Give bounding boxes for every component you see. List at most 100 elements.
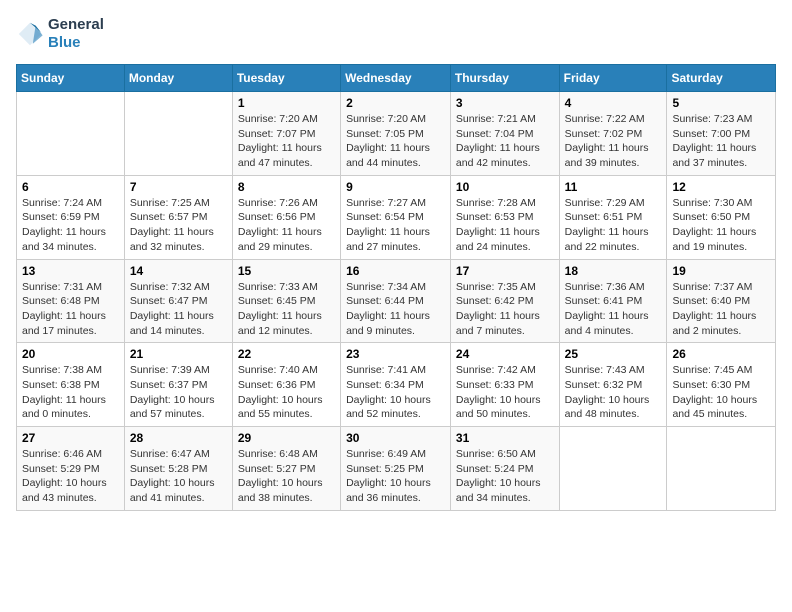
day-number: 22	[238, 347, 335, 361]
day-cell: 4 Sunrise: 7:22 AM Sunset: 7:02 PM Daylig…	[559, 92, 667, 176]
day-info: Sunrise: 7:45 AM Sunset: 6:30 PM Dayligh…	[672, 363, 770, 422]
week-row-2: 6Sunrise: 7:24 AM Sunset: 6:59 PM Daylig…	[17, 175, 776, 259]
day-cell: 8 Sunrise: 7:26 AM Sunset: 6:56 PM Daylig…	[232, 175, 340, 259]
day-number: 25	[565, 347, 662, 361]
week-row-5: 27 Sunrise: 6:46 AM Sunset: 5:29 PM Dayli…	[17, 427, 776, 511]
day-info: Sunrise: 7:23 AM Sunset: 7:00 PM Dayligh…	[672, 112, 770, 171]
day-number: 26	[672, 347, 770, 361]
day-number: 5	[672, 96, 770, 110]
day-info: Sunrise: 7:38 AM Sunset: 6:38 PM Dayligh…	[22, 363, 119, 422]
day-cell: 20 Sunrise: 7:38 AM Sunset: 6:38 PM Dayli…	[17, 343, 125, 427]
day-info: Sunrise: 7:37 AM Sunset: 6:40 PM Dayligh…	[672, 280, 770, 339]
day-cell: 2 Sunrise: 7:20 AM Sunset: 7:05 PM Daylig…	[341, 92, 451, 176]
calendar-header: SundayMondayTuesdayWednesdayThursdayFrid…	[17, 65, 776, 92]
day-info: Sunrise: 7:25 AM Sunset: 6:57 PM Dayligh…	[130, 196, 227, 255]
day-number: 21	[130, 347, 227, 361]
day-cell: 28 Sunrise: 6:47 AM Sunset: 5:28 PM Dayli…	[124, 427, 232, 511]
day-info: Sunrise: 7:22 AM Sunset: 7:02 PM Dayligh…	[565, 112, 662, 171]
week-row-3: 13 Sunrise: 7:31 AM Sunset: 6:48 PM Dayli…	[17, 259, 776, 343]
day-number: 14	[130, 264, 227, 278]
day-cell: 15Sunrise: 7:33 AM Sunset: 6:45 PM Dayli…	[232, 259, 340, 343]
day-number: 1	[238, 96, 335, 110]
day-cell	[559, 427, 667, 511]
day-info: Sunrise: 7:39 AM Sunset: 6:37 PM Dayligh…	[130, 363, 227, 422]
day-number: 8	[238, 180, 335, 194]
day-info: Sunrise: 7:24 AM Sunset: 6:59 PM Dayligh…	[22, 196, 119, 255]
day-number: 11	[565, 180, 662, 194]
day-number: 16	[346, 264, 445, 278]
day-info: Sunrise: 7:26 AM Sunset: 6:56 PM Dayligh…	[238, 196, 335, 255]
day-number: 9	[346, 180, 445, 194]
day-cell: 24 Sunrise: 7:42 AM Sunset: 6:33 PM Dayli…	[450, 343, 559, 427]
calendar-body: 1 Sunrise: 7:20 AM Sunset: 7:07 PM Daylig…	[17, 92, 776, 511]
day-info: Sunrise: 7:41 AM Sunset: 6:34 PM Dayligh…	[346, 363, 445, 422]
day-cell: 27 Sunrise: 6:46 AM Sunset: 5:29 PM Dayli…	[17, 427, 125, 511]
day-info: Sunrise: 7:27 AM Sunset: 6:54 PM Dayligh…	[346, 196, 445, 255]
day-number: 28	[130, 431, 227, 445]
day-cell: 19 Sunrise: 7:37 AM Sunset: 6:40 PM Dayli…	[667, 259, 776, 343]
day-number: 24	[456, 347, 554, 361]
col-header-monday: Monday	[124, 65, 232, 92]
day-info: Sunrise: 7:40 AM Sunset: 6:36 PM Dayligh…	[238, 363, 335, 422]
col-header-wednesday: Wednesday	[341, 65, 451, 92]
day-cell: 23 Sunrise: 7:41 AM Sunset: 6:34 PM Dayli…	[341, 343, 451, 427]
day-cell: 31 Sunrise: 6:50 AM Sunset: 5:24 PM Dayli…	[450, 427, 559, 511]
day-number: 18	[565, 264, 662, 278]
day-cell	[667, 427, 776, 511]
day-number: 12	[672, 180, 770, 194]
day-info: Sunrise: 7:20 AM Sunset: 7:07 PM Dayligh…	[238, 112, 335, 171]
day-cell: 5 Sunrise: 7:23 AM Sunset: 7:00 PM Daylig…	[667, 92, 776, 176]
logo-icon	[16, 20, 44, 48]
day-cell: 26 Sunrise: 7:45 AM Sunset: 6:30 PM Dayli…	[667, 343, 776, 427]
logo-text: General Blue	[48, 16, 104, 52]
day-info: Sunrise: 6:46 AM Sunset: 5:29 PM Dayligh…	[22, 447, 119, 506]
day-number: 19	[672, 264, 770, 278]
day-number: 27	[22, 431, 119, 445]
day-number: 2	[346, 96, 445, 110]
col-header-tuesday: Tuesday	[232, 65, 340, 92]
day-cell: 16Sunrise: 7:34 AM Sunset: 6:44 PM Dayli…	[341, 259, 451, 343]
day-number: 29	[238, 431, 335, 445]
day-number: 31	[456, 431, 554, 445]
day-number: 4	[565, 96, 662, 110]
day-cell: 14Sunrise: 7:32 AM Sunset: 6:47 PM Dayli…	[124, 259, 232, 343]
day-cell: 7 Sunrise: 7:25 AM Sunset: 6:57 PM Daylig…	[124, 175, 232, 259]
day-cell: 10 Sunrise: 7:28 AM Sunset: 6:53 PM Dayli…	[450, 175, 559, 259]
day-number: 13	[22, 264, 119, 278]
day-cell	[124, 92, 232, 176]
day-cell: 30 Sunrise: 6:49 AM Sunset: 5:25 PM Dayli…	[341, 427, 451, 511]
col-header-saturday: Saturday	[667, 65, 776, 92]
day-cell: 21 Sunrise: 7:39 AM Sunset: 6:37 PM Dayli…	[124, 343, 232, 427]
day-number: 20	[22, 347, 119, 361]
day-info: Sunrise: 6:49 AM Sunset: 5:25 PM Dayligh…	[346, 447, 445, 506]
day-info: Sunrise: 7:30 AM Sunset: 6:50 PM Dayligh…	[672, 196, 770, 255]
day-info: Sunrise: 7:42 AM Sunset: 6:33 PM Dayligh…	[456, 363, 554, 422]
day-info: Sunrise: 6:50 AM Sunset: 5:24 PM Dayligh…	[456, 447, 554, 506]
day-cell: 17Sunrise: 7:35 AM Sunset: 6:42 PM Dayli…	[450, 259, 559, 343]
week-row-4: 20 Sunrise: 7:38 AM Sunset: 6:38 PM Dayli…	[17, 343, 776, 427]
day-info: Sunrise: 6:48 AM Sunset: 5:27 PM Dayligh…	[238, 447, 335, 506]
calendar-table: SundayMondayTuesdayWednesdayThursdayFrid…	[16, 64, 776, 511]
day-cell	[17, 92, 125, 176]
day-info: Sunrise: 7:36 AM Sunset: 6:41 PM Dayligh…	[565, 280, 662, 339]
day-number: 7	[130, 180, 227, 194]
day-cell: 3Sunrise: 7:21 AM Sunset: 7:04 PM Daylig…	[450, 92, 559, 176]
logo[interactable]: General Blue	[16, 16, 104, 52]
day-info: Sunrise: 6:47 AM Sunset: 5:28 PM Dayligh…	[130, 447, 227, 506]
day-info: Sunrise: 7:20 AM Sunset: 7:05 PM Dayligh…	[346, 112, 445, 171]
day-cell: 18 Sunrise: 7:36 AM Sunset: 6:41 PM Dayli…	[559, 259, 667, 343]
week-row-1: 1 Sunrise: 7:20 AM Sunset: 7:07 PM Daylig…	[17, 92, 776, 176]
day-cell: 22 Sunrise: 7:40 AM Sunset: 6:36 PM Dayli…	[232, 343, 340, 427]
day-info: Sunrise: 7:21 AM Sunset: 7:04 PM Dayligh…	[456, 112, 554, 171]
day-cell: 29 Sunrise: 6:48 AM Sunset: 5:27 PM Dayli…	[232, 427, 340, 511]
day-number: 10	[456, 180, 554, 194]
page-header: General Blue	[16, 16, 776, 52]
day-number: 30	[346, 431, 445, 445]
day-number: 23	[346, 347, 445, 361]
day-info: Sunrise: 7:31 AM Sunset: 6:48 PM Dayligh…	[22, 280, 119, 339]
day-cell: 25Sunrise: 7:43 AM Sunset: 6:32 PM Dayli…	[559, 343, 667, 427]
day-cell: 13 Sunrise: 7:31 AM Sunset: 6:48 PM Dayli…	[17, 259, 125, 343]
day-info: Sunrise: 7:29 AM Sunset: 6:51 PM Dayligh…	[565, 196, 662, 255]
day-info: Sunrise: 7:28 AM Sunset: 6:53 PM Dayligh…	[456, 196, 554, 255]
col-header-sunday: Sunday	[17, 65, 125, 92]
